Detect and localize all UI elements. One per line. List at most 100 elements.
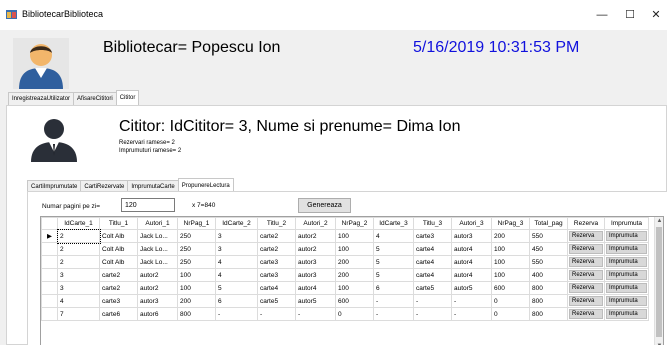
table-cell[interactable]: -	[373, 307, 414, 321]
table-cell[interactable]: carte4	[413, 242, 452, 256]
row-header[interactable]	[41, 294, 58, 308]
table-cell[interactable]: Jack Lo...	[137, 242, 178, 256]
table-cell[interactable]: autor4	[451, 268, 492, 282]
table-cell[interactable]: 5	[373, 255, 414, 269]
table-cell[interactable]: 2	[56, 228, 101, 244]
table-cell[interactable]: autor6	[137, 307, 178, 321]
table-cell[interactable]: autor3	[295, 255, 336, 269]
table-cell[interactable]: 100	[177, 281, 216, 295]
row-header[interactable]	[41, 281, 58, 295]
table-cell[interactable]: 550	[529, 229, 568, 243]
table-cell[interactable]: autor3	[451, 229, 492, 243]
rezerva-button[interactable]: Rezerva	[569, 309, 603, 319]
imprumuta-button[interactable]: Imprumuta	[606, 231, 647, 241]
table-row[interactable]: 7 carte6 autor6 800- - -0- - -0 800 Rezerva Imprum…	[41, 307, 649, 321]
table-cell[interactable]: autor2	[295, 229, 336, 243]
suggestions-grid[interactable]: IdCarte_1 Titlu_1 Autori_1 NrPag_1 IdCarte_2…	[40, 216, 664, 345]
table-cell[interactable]: 400	[529, 268, 568, 282]
column-header-titlu-3[interactable]: Titlu_3	[413, 217, 452, 230]
table-cell[interactable]: 550	[529, 255, 568, 269]
table-cell[interactable]: autor4	[451, 255, 492, 269]
table-cell[interactable]: autor3	[295, 268, 336, 282]
minimize-button[interactable]: —	[592, 8, 612, 22]
table-cell[interactable]: 100	[177, 268, 216, 282]
table-row[interactable]: 4 carte3 autor3 200 6 carte5 autor5 600- - -0 800 R…	[41, 294, 649, 308]
table-cell[interactable]: -	[451, 307, 492, 321]
table-cell[interactable]: Colt Alb	[99, 255, 138, 269]
column-header-idcarte-2[interactable]: IdCarte_2	[215, 217, 258, 230]
table-cell[interactable]: -	[295, 307, 336, 321]
table-cell[interactable]: 250	[177, 255, 216, 269]
pages-per-day-input[interactable]	[121, 198, 175, 212]
table-cell[interactable]: -	[373, 294, 414, 308]
column-header-imprumuta[interactable]: Imprumuta	[604, 217, 649, 230]
column-header-nrpag-2[interactable]: NrPag_2	[335, 217, 374, 230]
grid-vertical-scrollbar[interactable]: ▲ ▼	[654, 217, 663, 345]
imprumuta-button[interactable]: Imprumuta	[606, 257, 647, 267]
maximize-button[interactable]: ☐	[620, 8, 640, 22]
table-cell[interactable]: 0	[335, 307, 374, 321]
column-header-idcarte-1[interactable]: IdCarte_1	[57, 217, 100, 230]
rezerva-button[interactable]: Rezerva	[569, 257, 603, 267]
table-cell[interactable]: Colt Alb	[99, 242, 138, 256]
imprumuta-button[interactable]: Imprumuta	[606, 270, 647, 280]
table-cell[interactable]: -	[451, 294, 492, 308]
column-header-autori-2[interactable]: Autori_2	[295, 217, 336, 230]
column-header-titlu-2[interactable]: Titlu_2	[257, 217, 296, 230]
table-cell[interactable]: 100	[335, 229, 374, 243]
close-button[interactable]: ✕	[646, 8, 666, 22]
tab-afisare-cititori[interactable]: AfisareCititori	[73, 92, 117, 105]
table-cell[interactable]: 5	[215, 281, 258, 295]
table-cell[interactable]: autor5	[295, 294, 336, 308]
table-cell[interactable]: autor2	[137, 281, 178, 295]
table-cell[interactable]: 100	[491, 268, 530, 282]
table-cell[interactable]: 2	[57, 255, 100, 269]
table-cell[interactable]: 100	[335, 242, 374, 256]
table-cell[interactable]: carte2	[257, 242, 296, 256]
row-header[interactable]	[41, 242, 58, 256]
table-cell[interactable]: Jack Lo...	[137, 255, 178, 269]
column-header-titlu-1[interactable]: Titlu_1	[99, 217, 138, 230]
table-cell[interactable]: 450	[529, 242, 568, 256]
table-row[interactable]: ▶ 2 Colt Alb Jack Lo... 250 3 carte2 autor2 100 4…	[41, 228, 649, 244]
table-row[interactable]: 3 carte2 autor2 100 5 carte4 autor4 100 6 carte5 a…	[41, 281, 649, 295]
table-cell[interactable]: autor2	[295, 242, 336, 256]
table-cell[interactable]: autor4	[451, 242, 492, 256]
imprumuta-button[interactable]: Imprumuta	[606, 296, 647, 306]
table-cell[interactable]: 200	[177, 294, 216, 308]
row-header[interactable]	[41, 307, 58, 321]
table-cell[interactable]: autor5	[451, 281, 492, 295]
table-cell[interactable]: carte4	[257, 281, 296, 295]
table-cell[interactable]: 800	[529, 294, 568, 308]
table-cell[interactable]: 800	[529, 307, 568, 321]
table-cell[interactable]: 0	[491, 294, 530, 308]
table-cell[interactable]: carte4	[413, 255, 452, 269]
column-header-total-pag[interactable]: Total_pag	[529, 217, 568, 230]
rezerva-button[interactable]: Rezerva	[569, 296, 603, 306]
rezerva-button[interactable]: Rezerva	[569, 231, 603, 241]
table-cell[interactable]: 3	[215, 229, 258, 243]
row-header[interactable]	[41, 268, 58, 282]
table-cell[interactable]: 7	[57, 307, 100, 321]
column-header-autori-1[interactable]: Autori_1	[137, 217, 178, 230]
table-cell[interactable]: carte4	[413, 268, 452, 282]
table-cell[interactable]: carte2	[99, 268, 138, 282]
table-cell[interactable]: 3	[57, 268, 100, 282]
table-cell[interactable]: carte3	[413, 229, 452, 243]
tab-inregistreaza-utilizator[interactable]: InregistreazaUtilizator	[8, 92, 75, 105]
table-cell[interactable]: 250	[177, 242, 216, 256]
row-header[interactable]	[41, 255, 58, 269]
generate-button[interactable]: Genereaza	[298, 198, 351, 213]
table-cell[interactable]: 200	[335, 255, 374, 269]
column-header-nrpag-1[interactable]: NrPag_1	[177, 217, 216, 230]
table-cell[interactable]: 4	[373, 229, 414, 243]
table-cell[interactable]: carte6	[99, 307, 138, 321]
column-header-autori-3[interactable]: Autori_3	[451, 217, 492, 230]
table-cell[interactable]: 4	[57, 294, 100, 308]
table-cell[interactable]: 250	[177, 229, 216, 243]
table-cell[interactable]: carte5	[413, 281, 452, 295]
scroll-thumb[interactable]	[656, 227, 662, 337]
table-cell[interactable]: 100	[491, 255, 530, 269]
table-cell[interactable]: 600	[491, 281, 530, 295]
table-row[interactable]: 3 carte2 autor2 100 4 carte3 autor3 200 5 carte4 a…	[41, 268, 649, 282]
